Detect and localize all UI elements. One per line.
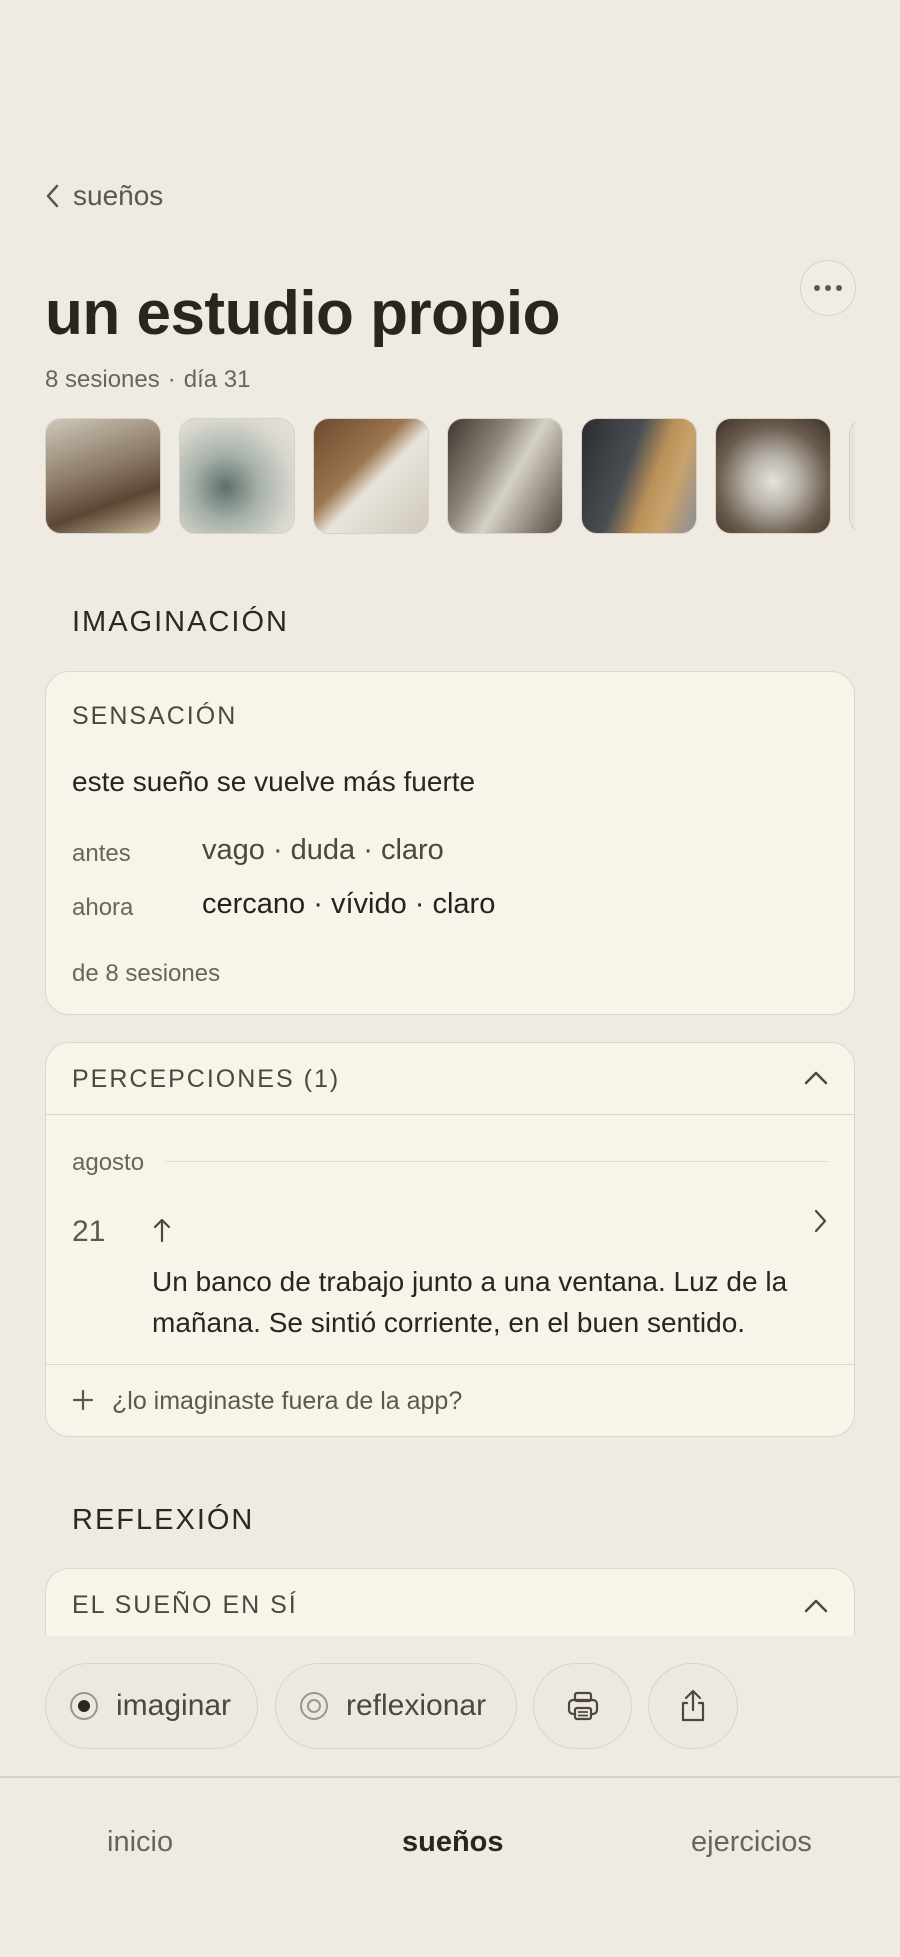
gallery-thumbnail[interactable] [313,418,429,534]
more-options-button[interactable] [800,260,856,316]
chevron-right-icon [814,1209,827,1233]
chevron-up-icon[interactable] [804,1599,828,1613]
page-title: un estudio propio [45,279,561,348]
add-perception-button[interactable]: ¿lo imaginaste fuera de la app? [46,1364,854,1436]
print-button[interactable] [533,1663,632,1749]
gallery-thumbnail[interactable] [715,418,831,534]
perceptions-label: PERCEPCIONES (1) [72,1065,340,1094]
back-link[interactable]: sueños [45,180,163,212]
now-key: ahora [72,894,134,921]
month-divider [166,1161,828,1162]
sensation-text: este sueño se vuelve más fuerte [72,766,476,797]
nav-item-dreams[interactable]: sueños [402,1826,504,1859]
ellipsis-icon [814,285,842,291]
bottom-nav: inicio sueños ejercicios [0,1778,900,1957]
arrow-up-icon [153,1218,171,1243]
page-subtitle: 8 sesiones · día 31 [45,366,250,394]
sessions-count: 8 sesiones [45,366,160,393]
sensation-footer: de 8 sesiones [72,960,221,987]
section-title-imagination: IMAGINACIÓN [72,606,289,638]
nav-item-exercises[interactable]: ejercicios [691,1826,812,1859]
perceptions-card: PERCEPCIONES (1) agosto 21 Un banco de t… [45,1042,855,1437]
month-label: agosto [72,1149,145,1176]
perceptions-title: PERCEPCIONES [72,1065,295,1093]
day-count: día 31 [183,366,251,393]
reflect-label: reflexionar [346,1689,487,1722]
sensation-label: SENSACIÓN [72,702,238,730]
radio-icon [300,1692,328,1720]
gallery-thumbnail[interactable] [581,418,697,534]
before-value: vago · duda · claro [202,834,444,866]
printer-icon [567,1691,598,1721]
now-value: cercano · vívido · claro [202,888,496,920]
sensation-card: SENSACIÓN este sueño se vuelve más fuert… [45,671,855,1015]
gallery-thumbnail[interactable] [45,418,161,534]
share-button[interactable] [648,1663,738,1749]
imagine-button[interactable]: imaginar [45,1663,258,1749]
chevron-up-icon[interactable] [804,1071,828,1085]
radio-selected-icon [70,1692,98,1720]
reflect-button[interactable]: reflexionar [275,1663,517,1749]
entry-text: Un banco de trabajo junto a una ventana.… [152,1266,788,1338]
gallery-thumbnail[interactable] [447,418,563,534]
imagine-label: imaginar [116,1689,232,1722]
screen: sueños un estudio propio 8 sesiones · dí… [0,0,900,1957]
gallery-thumbnail[interactable] [179,418,295,534]
chevron-left-icon [46,184,59,208]
entry-day: 21 [72,1215,106,1248]
section-title-reflection: REFLEXIÓN [72,1504,255,1536]
plus-icon [72,1389,94,1411]
back-label: sueños [73,180,164,211]
perceptions-header[interactable]: PERCEPCIONES (1) [46,1043,854,1115]
gallery-thumbnail[interactable] [849,418,855,534]
nav-item-home[interactable]: inicio [107,1826,173,1859]
before-key: antes [72,840,131,867]
dream-itself-label: EL SUEÑO EN SÍ [72,1591,298,1619]
subtitle-separator: · [167,366,176,393]
perceptions-count: (1) [303,1065,341,1093]
share-icon [681,1689,705,1722]
image-gallery[interactable] [45,418,855,534]
add-perception-label: ¿lo imaginaste fuera de la app? [112,1387,463,1415]
